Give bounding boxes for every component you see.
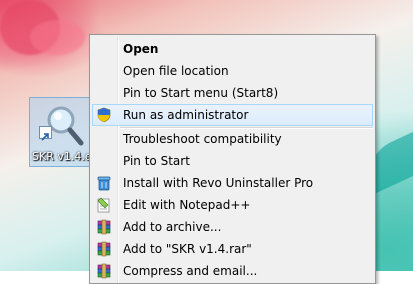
winrar-icon: [97, 241, 111, 257]
menu-item-run-as-administrator[interactable]: Run as administrator: [92, 104, 373, 126]
menu-item-open[interactable]: Open: [92, 38, 373, 60]
menu-item-label: Troubleshoot compatibility: [123, 132, 282, 146]
menu-item-label: Pin to Start: [123, 154, 190, 168]
menu-item-label: Open file location: [123, 64, 229, 78]
revo-uninstaller-icon: [97, 176, 111, 191]
menu-item-open-file-location[interactable]: Open file location: [92, 60, 373, 82]
menu-item-label: Open: [123, 42, 159, 56]
winrar-icon: [97, 219, 111, 235]
menu-item-label: Compress and email...: [123, 264, 258, 278]
notepad-plus-plus-icon: [97, 197, 110, 213]
shortcut-arrow-icon: [39, 126, 52, 141]
uac-shield-icon: [97, 107, 111, 123]
menu-item-label: Install with Revo Uninstaller Pro: [123, 176, 314, 190]
menu-item-pin-to-start[interactable]: Pin to Start: [92, 150, 373, 172]
menu-item-label: Edit with Notepad++: [123, 198, 251, 212]
menu-item-label: Add to "SKR v1.4.rar": [123, 242, 252, 256]
winrar-icon: [97, 263, 111, 279]
menu-item-label: Run as administrator: [123, 108, 249, 122]
menu-item-edit-notepad-plus-plus[interactable]: Edit with Notepad++: [92, 194, 373, 216]
menu-item-revo-uninstaller[interactable]: Install with Revo Uninstaller Pro: [92, 172, 373, 194]
wallpaper-flower: [30, 20, 85, 55]
menu-item-troubleshoot-compatibility[interactable]: Troubleshoot compatibility: [92, 128, 373, 150]
desktop-shortcut-skr[interactable]: SKR v1.4.e: [29, 97, 93, 167]
menu-item-add-to-rar[interactable]: Add to "SKR v1.4.rar": [92, 238, 373, 260]
menu-item-add-to-archive[interactable]: Add to archive...: [92, 216, 373, 238]
menu-item-compress-and-email[interactable]: Compress and email...: [92, 260, 373, 282]
menu-item-label: Add to archive...: [123, 220, 222, 234]
context-menu: Open Open file location Pin to Start men…: [89, 34, 376, 284]
menu-item-pin-start-menu[interactable]: Pin to Start menu (Start8): [92, 82, 373, 104]
menu-item-label: Pin to Start menu (Start8): [123, 86, 279, 100]
